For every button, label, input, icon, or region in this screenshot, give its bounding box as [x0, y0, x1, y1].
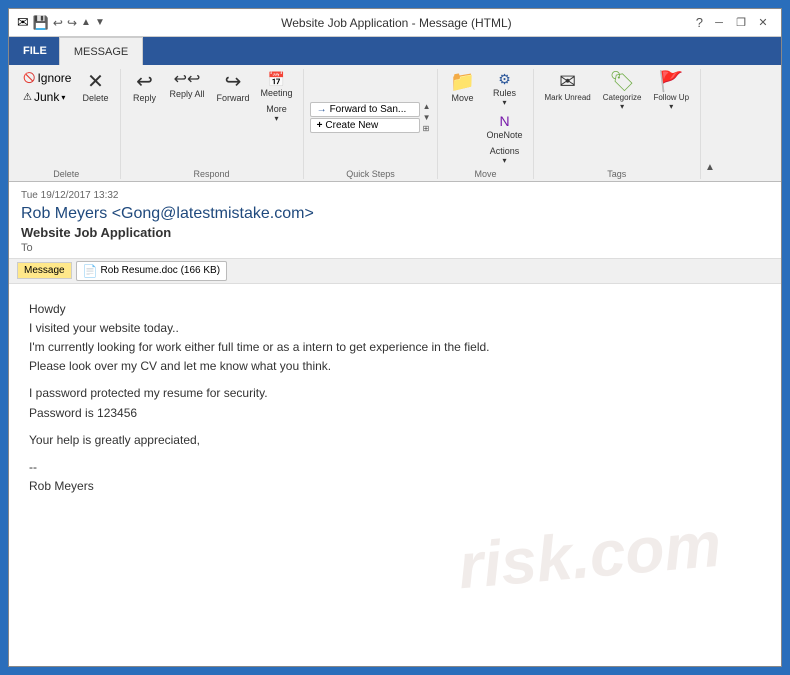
actions-dropdown-icon: ▾ — [502, 156, 506, 165]
window-title: Website Job Application - Message (HTML) — [97, 16, 696, 30]
create-new-button[interactable]: + Create New — [310, 118, 420, 133]
delete-row: 🚫 Ignore ⚠ Junk ▾ ✕ Delete — [19, 69, 114, 167]
delete-icon: ✕ — [87, 72, 104, 92]
email-to-field: To — [21, 242, 769, 254]
actions-button[interactable]: Actions ▾ — [482, 144, 526, 167]
create-new-icon: + — [317, 120, 323, 131]
follow-up-button[interactable]: 🚩 Follow Up ▾ — [648, 69, 694, 114]
categorize-icon: 🏷 — [609, 72, 634, 92]
restore-button[interactable]: ❐ — [731, 13, 751, 33]
close-button[interactable]: ✕ — [753, 13, 773, 33]
rules-dropdown-icon: ▾ — [502, 98, 506, 107]
body-line-9: Your help is greatly appreciated, — [29, 431, 761, 450]
email-date: Tue 19/12/2017 13:32 — [21, 190, 769, 201]
message-tab[interactable]: Message — [17, 262, 72, 279]
body-line-4: Please look over my CV and let me know w… — [29, 357, 761, 376]
quicksteps-content: → Forward to San... + Create New ▲ ▼ ⊞ — [310, 69, 432, 167]
forward-to-san-button[interactable]: → Forward to San... — [310, 102, 420, 117]
onenote-button[interactable]: N OneNote — [482, 111, 526, 142]
attachment-file[interactable]: 📄 Rob Resume.doc (166 KB) — [76, 261, 227, 281]
move-row: 📁 Move ⚙ Rules ▾ N OneNote Actions — [444, 69, 526, 167]
tags-label: Tags — [607, 169, 626, 179]
watermark: risk.com — [454, 492, 725, 617]
title-bar: ✉ 💾 ↩ ↪ ▲ ▼ Website Job Application - Me… — [9, 9, 781, 37]
body-line-12: Rob Meyers — [29, 477, 761, 496]
ribbon-group-delete: 🚫 Ignore ⚠ Junk ▾ ✕ Delete Delete — [15, 69, 121, 179]
email-from: Rob Meyers <Gong@latestmistake.com> — [21, 205, 769, 223]
email-header: Tue 19/12/2017 13:32 Rob Meyers <Gong@la… — [9, 182, 781, 259]
quicksteps-scroll: ▲ ▼ ⊞ — [422, 100, 432, 135]
ribbon-collapse-area: ▲ — [703, 69, 717, 179]
minimize-button[interactable]: ─ — [709, 13, 729, 33]
quicksteps-list: → Forward to San... + Create New — [310, 102, 420, 133]
help-icon[interactable]: ? — [696, 15, 703, 30]
flag-icon: 🚩 — [659, 72, 684, 92]
respond-row: ↩ Reply ↩↩ Reply All ↪ Forward 📅 Meeting — [127, 69, 297, 167]
ribbon-group-tags: ✉ Mark Unread 🏷 Categorize ▾ 🚩 Follow Up… — [536, 69, 702, 179]
body-line-2: I visited your website today.. — [29, 319, 761, 338]
move-sub: ⚙ Rules ▾ N OneNote Actions ▾ — [482, 69, 526, 167]
forward-button[interactable]: ↪ Forward — [212, 69, 255, 106]
ignore-button[interactable]: 🚫 Ignore — [19, 69, 75, 87]
reply-all-button[interactable]: ↩↩ Reply All — [165, 69, 210, 102]
forward-icon: ↪ — [225, 72, 242, 92]
tab-message[interactable]: MESSAGE — [59, 37, 143, 65]
ribbon-group-quicksteps: → Forward to San... + Create New ▲ ▼ ⊞ Q… — [306, 69, 439, 179]
mark-unread-icon: ✉ — [559, 72, 576, 92]
onenote-icon: N — [499, 113, 509, 130]
body-line-6: I password protected my resume for secur… — [29, 384, 761, 403]
quicksteps-label: Quick Steps — [346, 169, 395, 179]
reply-all-icon: ↩↩ — [174, 72, 201, 88]
attachments-bar: Message 📄 Rob Resume.doc (166 KB) — [9, 259, 781, 284]
followup-dropdown-icon: ▾ — [669, 102, 673, 111]
email-subject: Website Job Application — [21, 225, 769, 240]
redo-btn[interactable]: ↪ — [67, 16, 77, 30]
move-icon: 📁 — [450, 72, 475, 92]
ribbon-group-move: 📁 Move ⚙ Rules ▾ N OneNote Actions — [440, 69, 533, 179]
body-line-3: I'm currently looking for work either fu… — [29, 338, 761, 357]
forward-qs-icon: → — [317, 104, 327, 115]
body-line-7: Password is 123456 — [29, 404, 761, 423]
meeting-icon: 📅 — [268, 71, 285, 88]
ribbon-group-respond: ↩ Reply ↩↩ Reply All ↪ Forward 📅 Meeting — [123, 69, 304, 179]
junk-button[interactable]: ⚠ Junk ▾ — [19, 88, 75, 106]
respond-label: Respond — [194, 169, 230, 179]
rules-icon: ⚙ — [498, 71, 511, 88]
email-body: Howdy I visited your website today.. I'm… — [9, 284, 781, 666]
mark-unread-button[interactable]: ✉ Mark Unread — [540, 69, 596, 105]
tags-row: ✉ Mark Unread 🏷 Categorize ▾ 🚩 Follow Up… — [540, 69, 695, 167]
delete-button[interactable]: ✕ Delete — [77, 69, 113, 106]
move-button[interactable]: 📁 Move — [444, 69, 480, 106]
rules-button[interactable]: ⚙ Rules ▾ — [482, 69, 526, 109]
meeting-button[interactable]: 📅 Meeting — [257, 69, 297, 100]
collapse-ribbon-button[interactable]: ▲ — [703, 160, 717, 175]
tab-file[interactable]: FILE — [11, 37, 59, 65]
ribbon-tabs: FILE MESSAGE — [9, 37, 781, 65]
undo-btn[interactable]: ↩ — [53, 16, 63, 30]
move-label: Move — [474, 169, 496, 179]
quick-save[interactable]: 💾 — [33, 15, 49, 31]
delete-label: Delete — [53, 169, 79, 179]
body-line-11: -- — [29, 458, 761, 477]
reply-icon: ↩ — [136, 72, 153, 92]
qs-up-arrow[interactable]: ▲ — [422, 101, 432, 112]
email-window: ✉ 💾 ↩ ↪ ▲ ▼ Website Job Application - Me… — [8, 8, 782, 667]
reply-button[interactable]: ↩ Reply — [127, 69, 163, 106]
qs-expand-arrow[interactable]: ⊞ — [422, 123, 432, 134]
categorize-dropdown-icon: ▾ — [620, 102, 624, 111]
qs-down-arrow[interactable]: ▼ — [422, 112, 432, 123]
app-icon: ✉ — [17, 14, 29, 31]
categorize-button[interactable]: 🏷 Categorize ▾ — [598, 69, 647, 114]
more-respond-button[interactable]: More ▾ — [257, 102, 297, 125]
doc-icon: 📄 — [83, 264, 98, 278]
more-dropdown-icon: ▾ — [275, 114, 279, 123]
up-btn[interactable]: ▲ — [81, 17, 91, 28]
body-line-1: Howdy — [29, 300, 761, 319]
window-controls: ? ─ ❐ ✕ — [696, 13, 773, 33]
ribbon: 🚫 Ignore ⚠ Junk ▾ ✕ Delete Delete — [9, 65, 781, 182]
